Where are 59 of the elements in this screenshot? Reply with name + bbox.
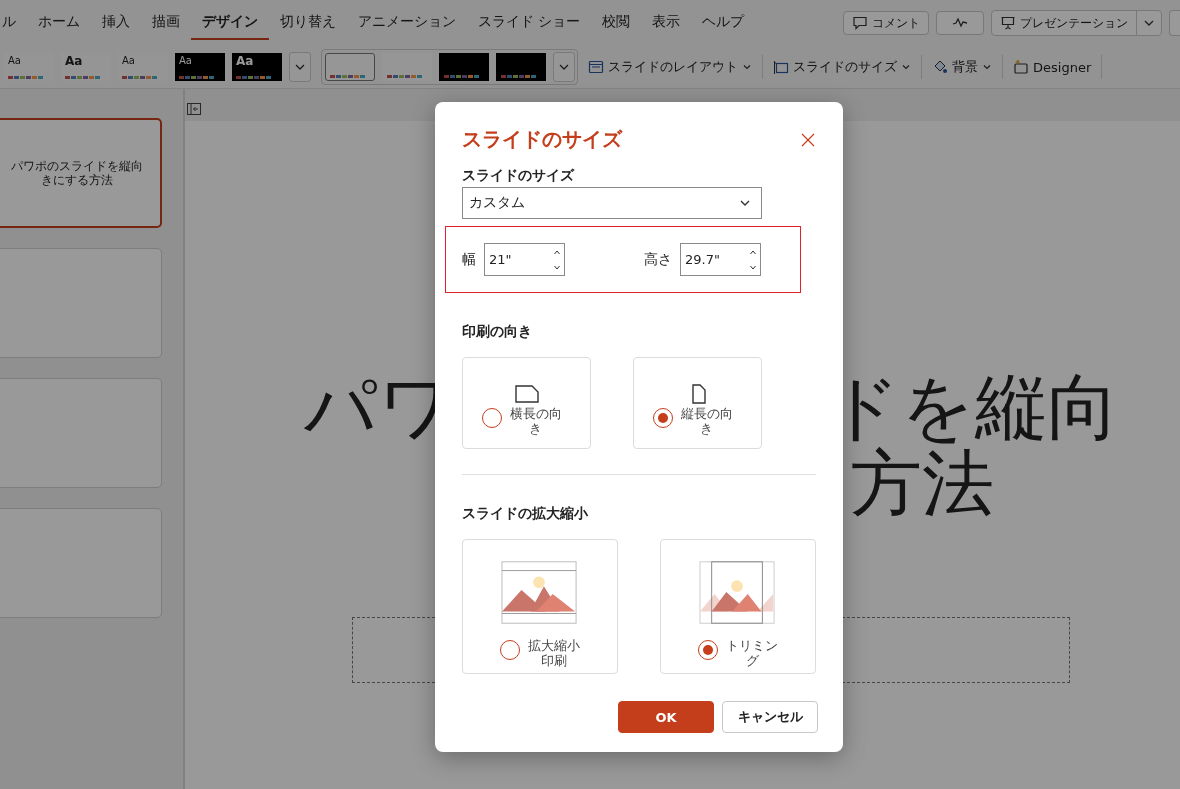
theme-thumbnail[interactable]: Aa xyxy=(232,53,282,81)
ribbon-command[interactable]: スライドのレイアウト xyxy=(584,55,756,79)
cancel-button[interactable]: キャンセル xyxy=(722,701,818,733)
ribbon-command[interactable]: Designer xyxy=(1009,56,1096,78)
ribbon-command[interactable]: 背景 xyxy=(928,55,996,79)
section-heading: スライドの拡大縮小 xyxy=(462,505,589,523)
variant-thumbnail[interactable] xyxy=(496,53,546,81)
variant-thumbnail[interactable] xyxy=(439,53,489,81)
slide-thumbnail[interactable] xyxy=(0,248,162,358)
dialog-title: スライドのサイズ xyxy=(462,126,622,153)
option-label: 横長の向き xyxy=(509,406,562,436)
speech-bubble-icon xyxy=(852,15,868,31)
more-themes-button[interactable] xyxy=(289,52,311,82)
more-variants-button[interactable] xyxy=(553,52,575,82)
slide-thumbnail[interactable]: パワポのスライドを縦向きにする方法 xyxy=(0,118,162,228)
slide-thumbnail[interactable] xyxy=(0,508,162,618)
height-input[interactable]: 29.7" xyxy=(680,243,761,276)
option-label: 拡大縮小印刷 xyxy=(528,638,580,668)
wave-button[interactable] xyxy=(936,11,984,35)
slide-size-icon xyxy=(773,59,789,75)
ribbon-tab[interactable]: デザイン xyxy=(191,6,269,40)
designer-icon xyxy=(1013,59,1029,75)
option-label: トリミング xyxy=(726,638,778,668)
section-heading: 印刷の向き xyxy=(462,323,533,341)
theme-thumbnail[interactable]: Aa xyxy=(175,53,225,81)
comment-button[interactable]: コメント xyxy=(843,11,929,35)
scaling-option[interactable]: トリミング xyxy=(660,539,816,674)
scaling-option[interactable]: 拡大縮小印刷 xyxy=(462,539,618,674)
ribbon-tab[interactable]: スライド ショー xyxy=(467,6,592,40)
orientation-option[interactable]: 縦長の向き xyxy=(633,357,762,449)
ribbon-tab[interactable]: 描画 xyxy=(141,6,191,40)
variant-thumbnail[interactable] xyxy=(325,53,375,81)
orientation-option[interactable]: 横長の向き xyxy=(462,357,591,449)
slide-title-fragment: ドを縦向 xyxy=(827,369,1119,445)
option-label: 縦長の向き xyxy=(680,406,733,436)
collapse-pane-icon[interactable] xyxy=(186,101,202,117)
ribbon-tab[interactable]: ヘルプ xyxy=(691,6,756,40)
slide-title-fragment: 方法 xyxy=(850,445,994,521)
landscape-page-icon xyxy=(513,384,540,404)
projector-screen-icon xyxy=(1000,15,1016,31)
close-icon[interactable] xyxy=(801,132,815,147)
ribbon-tab[interactable]: 切り替え xyxy=(269,6,347,40)
thumbnail-title: パワポのスライドを縦向きにする方法 xyxy=(10,159,144,187)
ribbon-tab[interactable]: 挿入 xyxy=(91,6,141,40)
size-dropdown[interactable]: カスタム xyxy=(462,187,762,219)
width-input[interactable]: 21" xyxy=(484,243,565,276)
field-label: 幅 xyxy=(462,250,476,269)
paint-bucket-icon xyxy=(932,59,948,75)
ribbon-tab[interactable]: 校閲 xyxy=(591,6,642,40)
ribbon-tab[interactable]: ル xyxy=(0,6,27,40)
ribbon-command[interactable]: スライドのサイズ xyxy=(769,55,915,79)
ok-button[interactable]: OK xyxy=(618,701,714,733)
field-label: 高さ xyxy=(644,250,672,269)
ribbon-tab[interactable]: ホーム xyxy=(27,6,91,40)
slide-thumbnail[interactable] xyxy=(0,378,162,488)
ribbon-tab[interactable]: 表示 xyxy=(641,6,692,40)
layout-icon xyxy=(588,59,604,75)
ribbon-tab[interactable]: アニメーション xyxy=(347,6,467,40)
field-label: スライドのサイズ xyxy=(462,167,576,185)
